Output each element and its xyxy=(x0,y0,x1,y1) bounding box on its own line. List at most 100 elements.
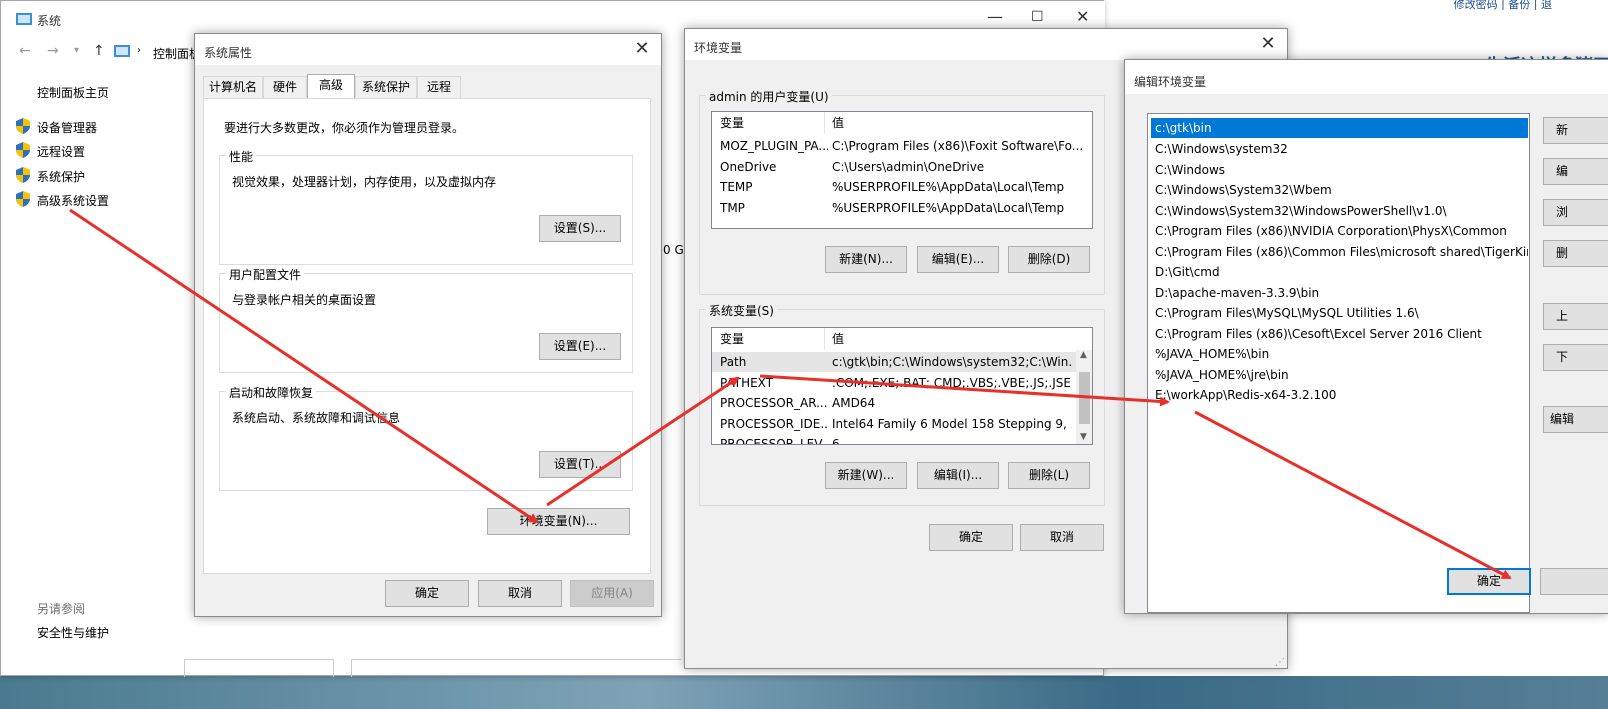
sysprop-apply-button[interactable]: 应用(A) xyxy=(570,580,654,607)
edit-move-up-button[interactable]: 上 xyxy=(1543,303,1608,330)
table-row[interactable]: PATHEXT .COM;.EXE;.BAT;.CMD;.VBS;.VBE;.J… xyxy=(712,373,1076,393)
sysprop-ok-button[interactable]: 确定 xyxy=(385,580,469,607)
resize-grip-icon[interactable]: ⋰ xyxy=(1275,657,1285,668)
user-delete-button[interactable]: 删除(D) xyxy=(1008,246,1090,273)
envvars-cancel-button[interactable]: 取消 xyxy=(1020,524,1104,551)
envvars-ok-button[interactable]: 确定 xyxy=(929,524,1013,551)
list-item[interactable]: E:\workApp\Redis-x64-3.2.100 xyxy=(1151,385,1528,405)
user-profile-settings-button[interactable]: 设置(E)... xyxy=(539,333,621,360)
list-item[interactable]: C:\Program Files (x86)\NVIDIA Corporatio… xyxy=(1151,221,1528,241)
column-header-value[interactable]: 值 xyxy=(832,328,844,350)
list-item[interactable]: C:\Windows xyxy=(1151,160,1528,180)
scroll-up-icon[interactable]: ▲ xyxy=(1080,350,1087,360)
back-arrow-icon[interactable]: ← xyxy=(19,43,31,59)
path-list[interactable]: c:\gtk\bin C:\Windows\system32 C:\Window… xyxy=(1147,113,1530,613)
startup-recovery-group-title: 启动和故障恢复 xyxy=(226,384,317,401)
system-properties-titlebar[interactable]: 系统属性 xyxy=(195,34,661,65)
user-edit-button[interactable]: 编辑(E)... xyxy=(917,246,999,273)
system-window-title: 系统 xyxy=(37,14,62,28)
breadcrumb-separator-icon: › xyxy=(137,45,141,56)
table-row[interactable]: TEMP %USERPROFILE%\AppData\Local\Temp xyxy=(712,177,1092,197)
vertical-scrollbar[interactable]: ▲ ▼ xyxy=(1076,350,1092,444)
list-item[interactable]: C:\Windows\System32\WindowsPowerShell\v1… xyxy=(1151,201,1528,221)
row-variable-value: %USERPROFILE%\AppData\Local\Temp xyxy=(832,201,1065,215)
environment-variables-titlebar[interactable]: 环境变量 xyxy=(685,29,1287,60)
edit-move-down-button[interactable]: 下 xyxy=(1543,344,1608,371)
list-item[interactable]: C:\Program Files (x86)\Cesoft\Excel Serv… xyxy=(1151,324,1528,344)
row-variable-value: C:\Program Files (x86)\Foxit Software\Fo… xyxy=(832,139,1084,153)
maximize-icon[interactable]: ☐ xyxy=(1031,9,1044,25)
minimize-icon[interactable]: — xyxy=(987,7,1003,26)
scroll-thumb[interactable] xyxy=(1079,372,1090,424)
sysprop-cancel-button[interactable]: 取消 xyxy=(478,580,562,607)
tab-computer-name[interactable]: 计算机名 xyxy=(203,76,263,98)
column-header-variable[interactable]: 变量 xyxy=(720,328,744,350)
environment-variables-button[interactable]: 环境变量(N)... xyxy=(487,508,630,535)
edit-edit-button[interactable]: 编 xyxy=(1543,158,1608,185)
edit-environment-variable-dialog: 编辑环境变量 c:\gtk\bin C:\Windows\system32 C:… xyxy=(1124,59,1608,614)
close-icon[interactable]: ✕ xyxy=(1257,35,1279,55)
edit-cancel-button[interactable] xyxy=(1540,568,1608,595)
table-row[interactable]: MOZ_PLUGIN_PA... C:\Program Files (x86)\… xyxy=(712,136,1092,156)
startup-recovery-description: 系统启动、系统故障和调试信息 xyxy=(232,411,401,425)
system-delete-button[interactable]: 删除(L) xyxy=(1008,462,1090,489)
nav-control-panel-home[interactable]: 控制面板主页 xyxy=(37,84,109,101)
system-new-button[interactable]: 新建(W)... xyxy=(825,462,907,489)
nav-security-maintenance[interactable]: 安全性与维护 xyxy=(37,624,109,641)
tab-hardware[interactable]: 硬件 xyxy=(263,76,307,98)
system-edit-button[interactable]: 编辑(I)... xyxy=(917,462,999,489)
list-item[interactable]: D:\Git\cmd xyxy=(1151,262,1528,282)
list-item[interactable]: C:\Windows\System32\Wbem xyxy=(1151,180,1528,200)
edit-text-button[interactable]: 编辑 xyxy=(1543,406,1608,433)
user-variables-title: admin 的用户变量(U) xyxy=(706,88,832,105)
table-row[interactable]: TMP %USERPROFILE%\AppData\Local\Temp xyxy=(712,198,1092,218)
table-row[interactable]: PROCESSOR_IDE... Intel64 Family 6 Model … xyxy=(712,414,1076,434)
user-profile-group: 用户配置文件 与登录帐户相关的桌面设置 设置(E)... xyxy=(219,266,633,373)
table-row[interactable]: PROCESSOR_LEV... 6 xyxy=(712,434,1076,445)
list-item[interactable]: C:\Program Files (x86)\Common Files\micr… xyxy=(1151,242,1528,262)
row-variable-name: PATHEXT xyxy=(720,376,774,390)
table-row[interactable]: Path c:\gtk\bin;C:\Windows\system32;C:\W… xyxy=(712,352,1076,372)
row-variable-name: TMP xyxy=(720,201,745,215)
tab-remote[interactable]: 远程 xyxy=(417,76,461,98)
system-properties-title: 系统属性 xyxy=(204,46,253,60)
close-icon[interactable]: ✕ xyxy=(631,40,653,60)
user-variables-table[interactable]: 变量 值 MOZ_PLUGIN_PA... C:\Program Files (… xyxy=(711,111,1093,229)
table-row[interactable]: PROCESSOR_AR... AMD64 xyxy=(712,393,1076,413)
nav-remote-settings[interactable]: 远程设置 xyxy=(37,143,85,160)
row-variable-name: PROCESSOR_LEV... xyxy=(720,437,828,445)
forward-arrow-icon[interactable]: → xyxy=(47,43,59,59)
user-new-button[interactable]: 新建(N)... xyxy=(825,246,907,273)
user-profile-group-title: 用户配置文件 xyxy=(226,266,305,283)
nav-device-manager[interactable]: 设备管理器 xyxy=(37,119,97,136)
nav-system-protection[interactable]: 系统保护 xyxy=(37,168,85,185)
column-header-variable[interactable]: 变量 xyxy=(720,112,744,134)
system-variables-table[interactable]: 变量 值 Path c:\gtk\bin;C:\Windows\system32… xyxy=(711,327,1093,445)
edit-delete-button[interactable]: 删 xyxy=(1543,240,1608,267)
list-item[interactable]: C:\Program Files\MySQL\MySQL Utilities 1… xyxy=(1151,303,1528,323)
tab-advanced[interactable]: 高级 xyxy=(307,74,355,98)
shield-icon xyxy=(16,142,30,158)
edit-ok-button[interactable]: 确定 xyxy=(1447,568,1531,595)
list-item[interactable]: c:\gtk\bin xyxy=(1151,118,1528,138)
edit-new-button[interactable]: 新 xyxy=(1543,117,1608,144)
list-item[interactable]: %JAVA_HOME%\jre\bin xyxy=(1151,365,1528,385)
row-variable-value: %USERPROFILE%\AppData\Local\Temp xyxy=(832,180,1065,194)
shield-icon xyxy=(16,167,30,183)
startup-recovery-settings-button[interactable]: 设置(T)... xyxy=(539,451,621,478)
list-item[interactable]: %JAVA_HOME%\bin xyxy=(1151,344,1528,364)
tab-system-protection[interactable]: 系统保护 xyxy=(355,76,417,98)
close-icon[interactable]: ✕ xyxy=(1076,7,1089,26)
edit-browse-button[interactable]: 浏 xyxy=(1543,199,1608,226)
nav-advanced-system-settings[interactable]: 高级系统设置 xyxy=(37,192,109,209)
column-header-value[interactable]: 值 xyxy=(832,112,844,134)
list-item[interactable]: D:\apache-maven-3.3.9\bin xyxy=(1151,283,1528,303)
content-divider xyxy=(184,659,334,677)
edit-env-titlebar[interactable]: 编辑环境变量 xyxy=(1125,60,1608,94)
list-item[interactable]: C:\Windows\system32 xyxy=(1151,139,1528,159)
scroll-down-icon[interactable]: ▼ xyxy=(1080,432,1087,442)
table-row[interactable]: OneDrive C:\Users\admin\OneDrive xyxy=(712,157,1092,177)
dropdown-icon[interactable]: ▾ xyxy=(74,45,79,56)
performance-settings-button[interactable]: 设置(S)... xyxy=(539,215,621,242)
up-arrow-icon[interactable]: ↑ xyxy=(93,43,105,59)
